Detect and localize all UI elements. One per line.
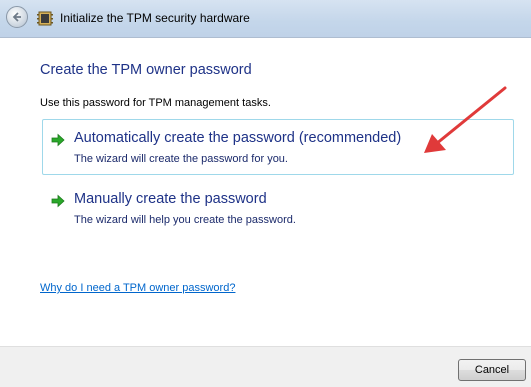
option-subtitle: The wizard will help you create the pass…: [74, 214, 296, 226]
tpm-chip-icon: [37, 11, 53, 26]
option-automatic-password[interactable]: Automatically create the password (recom…: [42, 119, 514, 175]
back-arrow-icon: [12, 12, 21, 22]
option-subtitle: The wizard will create the password for …: [74, 153, 288, 165]
page-title: Create the TPM owner password: [40, 62, 252, 78]
cancel-button[interactable]: Cancel: [458, 359, 526, 381]
option-manual-password[interactable]: Manually create the password The wizard …: [42, 180, 514, 236]
window-title: Initialize the TPM security hardware: [60, 11, 250, 25]
title-bar: Initialize the TPM security hardware: [0, 0, 531, 38]
option-title: Automatically create the password (recom…: [74, 130, 402, 146]
option-title: Manually create the password: [74, 191, 267, 207]
dialog-footer: Cancel: [0, 346, 531, 387]
page-description: Use this password for TPM management tas…: [40, 97, 271, 109]
back-button[interactable]: [6, 6, 28, 28]
green-arrow-icon: [51, 194, 65, 208]
help-link[interactable]: Why do I need a TPM owner password?: [40, 282, 235, 294]
green-arrow-icon: [51, 133, 65, 147]
